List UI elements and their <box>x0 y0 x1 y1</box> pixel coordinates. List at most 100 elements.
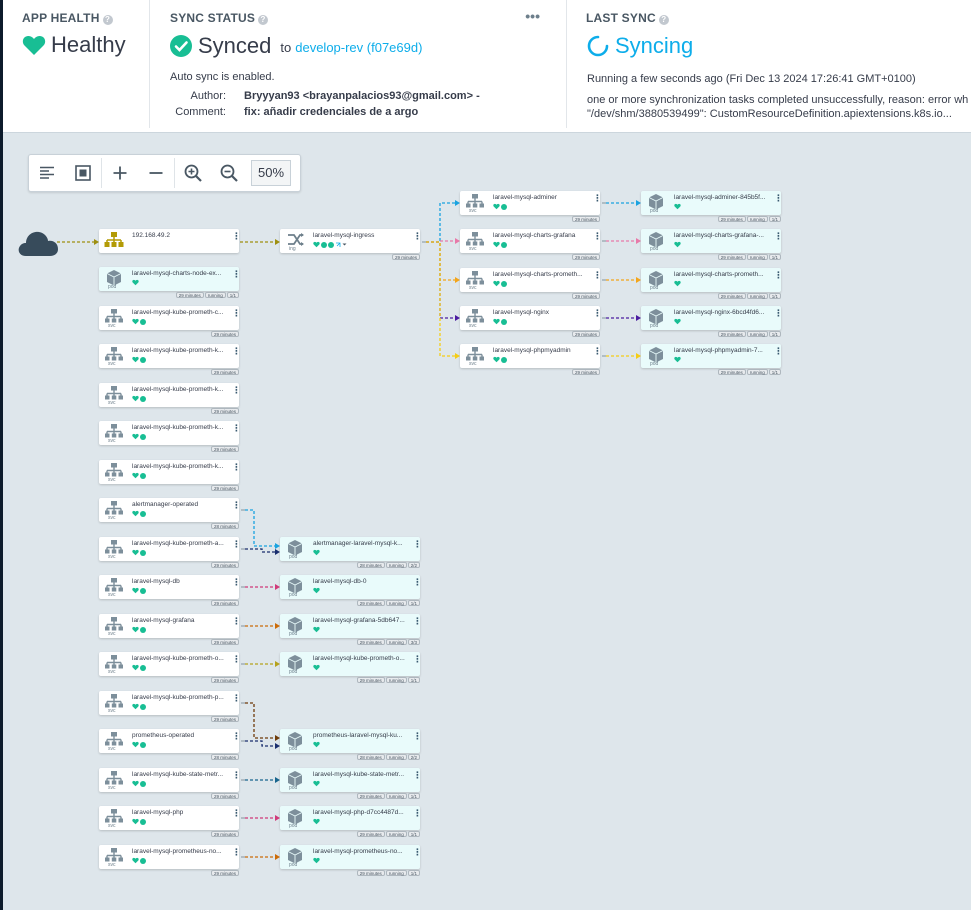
pod-node[interactable]: pod laravel-mysql-db-0 ⋮ 29 minutes running 1… <box>280 575 422 606</box>
external-link-icon[interactable] <box>335 242 341 248</box>
heart-icon <box>674 203 681 210</box>
node-status <box>132 664 146 671</box>
node-menu-icon[interactable]: ⋮ <box>232 694 241 703</box>
ingress-node[interactable]: ing laravel-mysql-ingress ⋮ 29 minutes <box>280 229 422 260</box>
count-tag: 1/1 <box>768 293 781 299</box>
node-menu-icon[interactable]: ⋮ <box>232 232 241 241</box>
node-menu-icon[interactable]: ⋮ <box>232 540 241 549</box>
node-menu-icon[interactable]: ⋮ <box>232 501 241 510</box>
node-menu-icon[interactable]: ⋮ <box>774 309 783 318</box>
node-kind: pod <box>289 785 298 791</box>
service-node[interactable]: svc laravel-mysql-db ⋮ 29 minutes <box>99 575 241 606</box>
service-node[interactable]: svc laravel-mysql-kube-prometh-p... ⋮ 29 mi… <box>99 691 241 722</box>
node-menu-icon[interactable]: ⋮ <box>232 424 241 433</box>
age-tag: 29 minutes <box>210 793 239 799</box>
node-menu-icon[interactable]: ⋮ <box>232 578 241 587</box>
status-tag: running <box>746 293 768 299</box>
heart-icon <box>493 241 500 248</box>
check-circle-icon <box>140 318 146 325</box>
service-node[interactable]: svc laravel-mysql-php ⋮ 29 minutes <box>99 806 241 837</box>
node-menu-icon[interactable]: ⋮ <box>593 271 602 280</box>
node-menu-icon[interactable]: ⋮ <box>232 655 241 664</box>
pod-node[interactable]: pod laravel-mysql-charts-node-ex... ⋮ 29 mi… <box>99 267 241 298</box>
service-node[interactable]: svc laravel-mysql-kube-prometh-o... ⋮ 29 mi… <box>99 652 241 683</box>
node-menu-icon[interactable]: ⋮ <box>413 578 422 587</box>
node-menu-icon[interactable]: ⋮ <box>413 232 422 241</box>
age-tag: 29 minutes <box>571 369 600 375</box>
service-node[interactable]: svc laravel-mysql-charts-prometh... ⋮ 29 mi… <box>460 268 602 299</box>
pod-node[interactable]: pod laravel-mysql-grafana-5db647... ⋮ 29 mi… <box>280 614 422 645</box>
pod-node[interactable]: pod laravel-mysql-nginx-6bcd4fd6... ⋮ 29 mi… <box>641 306 783 337</box>
node-label: laravel-mysql-phpmyadmin <box>493 347 571 354</box>
check-circle-icon <box>140 549 146 556</box>
service-node[interactable]: svc prometheus-operated ⋮ 28 minutes <box>99 729 241 760</box>
pod-node[interactable]: pod prometheus-laravel-mysql-ku... ⋮ 28 min… <box>280 729 422 760</box>
node-menu-icon[interactable]: ⋮ <box>593 232 602 241</box>
node-menu-icon[interactable]: ⋮ <box>232 732 241 741</box>
service-node[interactable]: svc laravel-mysql-charts-grafana ⋮ 29 minut… <box>460 229 602 260</box>
node-menu-icon[interactable]: ⋮ <box>774 194 783 203</box>
node-menu-icon[interactable]: ⋮ <box>232 848 241 857</box>
node-menu-icon[interactable]: ⋮ <box>232 347 241 356</box>
node-menu-icon[interactable]: ⋮ <box>232 386 241 395</box>
node-kind: ing <box>289 246 296 252</box>
zoom-out-icon[interactable] <box>211 155 247 191</box>
zoom-in-icon[interactable] <box>175 155 211 191</box>
pod-node[interactable]: pod laravel-mysql-kube-prometh-o... ⋮ 29 mi… <box>280 652 422 683</box>
minus-icon[interactable] <box>138 155 174 191</box>
service-node[interactable]: svc laravel-mysql-kube-prometh-k... ⋮ 29 mi… <box>99 383 241 414</box>
heart-icon <box>313 626 320 633</box>
pod-node[interactable]: pod alertmanager-laravel-mysql-k... ⋮ 28 mi… <box>280 537 422 568</box>
node-menu-icon[interactable]: ⋮ <box>593 347 602 356</box>
node-menu-icon[interactable]: ⋮ <box>774 271 783 280</box>
zoom-level: 50% <box>251 160 291 186</box>
service-node[interactable]: svc laravel-mysql-kube-state-metr... ⋮ 29 m… <box>99 768 241 799</box>
service-node[interactable]: svc laravel-mysql-grafana ⋮ 29 minutes <box>99 614 241 645</box>
node-menu-icon[interactable]: ⋮ <box>232 270 241 279</box>
node-menu-icon[interactable]: ⋮ <box>232 771 241 780</box>
heart-icon <box>313 587 320 594</box>
node-menu-icon[interactable]: ⋮ <box>413 540 422 549</box>
node-menu-icon[interactable]: ⋮ <box>774 347 783 356</box>
pod-node[interactable]: pod laravel-mysql-prometheus-no... ⋮ 29 min… <box>280 845 422 876</box>
plus-icon[interactable] <box>102 155 138 191</box>
node-menu-icon[interactable]: ⋮ <box>413 732 422 741</box>
service-node[interactable]: svc laravel-mysql-kube-prometh-c... ⋮ 29 mi… <box>99 306 241 337</box>
node-menu-icon[interactable]: ⋮ <box>232 463 241 472</box>
node-label: laravel-mysql-kube-prometh-o... <box>313 655 405 662</box>
service-node[interactable]: svc laravel-mysql-kube-prometh-k... ⋮ 29 mi… <box>99 460 241 491</box>
fit-screen-icon[interactable] <box>65 155 101 191</box>
node-menu-icon[interactable]: ⋮ <box>413 848 422 857</box>
pod-node[interactable]: pod laravel-mysql-adminer-845b5f... ⋮ 29 mi… <box>641 191 783 222</box>
pod-node[interactable]: pod laravel-mysql-charts-prometh... ⋮ 29 mi… <box>641 268 783 299</box>
node-menu-icon[interactable]: ⋮ <box>593 309 602 318</box>
node-menu-icon[interactable]: ⋮ <box>413 809 422 818</box>
node-menu-icon[interactable]: ⋮ <box>774 232 783 241</box>
check-circle-icon <box>501 318 507 325</box>
node-menu-icon[interactable]: ⋮ <box>413 771 422 780</box>
service-node[interactable]: svc laravel-mysql-kube-prometh-k... ⋮ 29 mi… <box>99 421 241 452</box>
ip-node[interactable]: 192.168.49.2 ⋮ <box>99 229 241 253</box>
pod-node[interactable]: pod laravel-mysql-php-d7cc4487d... ⋮ 29 min… <box>280 806 422 837</box>
service-node[interactable]: svc laravel-mysql-nginx ⋮ 29 minutes <box>460 306 602 337</box>
network-hub-icon <box>104 232 124 247</box>
service-node[interactable]: svc alertmanager-operated ⋮ 28 minutes <box>99 498 241 529</box>
service-node[interactable]: svc laravel-mysql-prometheus-no... ⋮ 29 min… <box>99 845 241 876</box>
service-node[interactable]: svc laravel-mysql-kube-prometh-k... ⋮ 29 mi… <box>99 344 241 375</box>
node-menu-icon[interactable]: ⋮ <box>413 655 422 664</box>
node-menu-icon[interactable]: ⋮ <box>413 617 422 626</box>
heart-icon <box>313 549 320 556</box>
node-menu-icon[interactable]: ⋮ <box>593 194 602 203</box>
pod-node[interactable]: pod laravel-mysql-kube-state-metr... ⋮ 29 m… <box>280 768 422 799</box>
caret-down-icon[interactable] <box>342 242 347 247</box>
node-menu-icon[interactable]: ⋮ <box>232 309 241 318</box>
node-menu-icon[interactable]: ⋮ <box>232 617 241 626</box>
pod-node[interactable]: pod laravel-mysql-phpmyadmin-7... ⋮ 29 minu… <box>641 344 783 375</box>
node-menu-icon[interactable]: ⋮ <box>232 809 241 818</box>
service-node[interactable]: svc laravel-mysql-phpmyadmin ⋮ 29 minutes <box>460 344 602 375</box>
service-node[interactable]: svc laravel-mysql-adminer ⋮ 29 minutes <box>460 191 602 222</box>
service-node[interactable]: svc laravel-mysql-kube-prometh-a... ⋮ 29 mi… <box>99 537 241 568</box>
node-status <box>313 664 320 671</box>
align-left-icon[interactable] <box>29 155 65 191</box>
pod-node[interactable]: pod laravel-mysql-charts-grafana-... ⋮ 29 m… <box>641 229 783 260</box>
